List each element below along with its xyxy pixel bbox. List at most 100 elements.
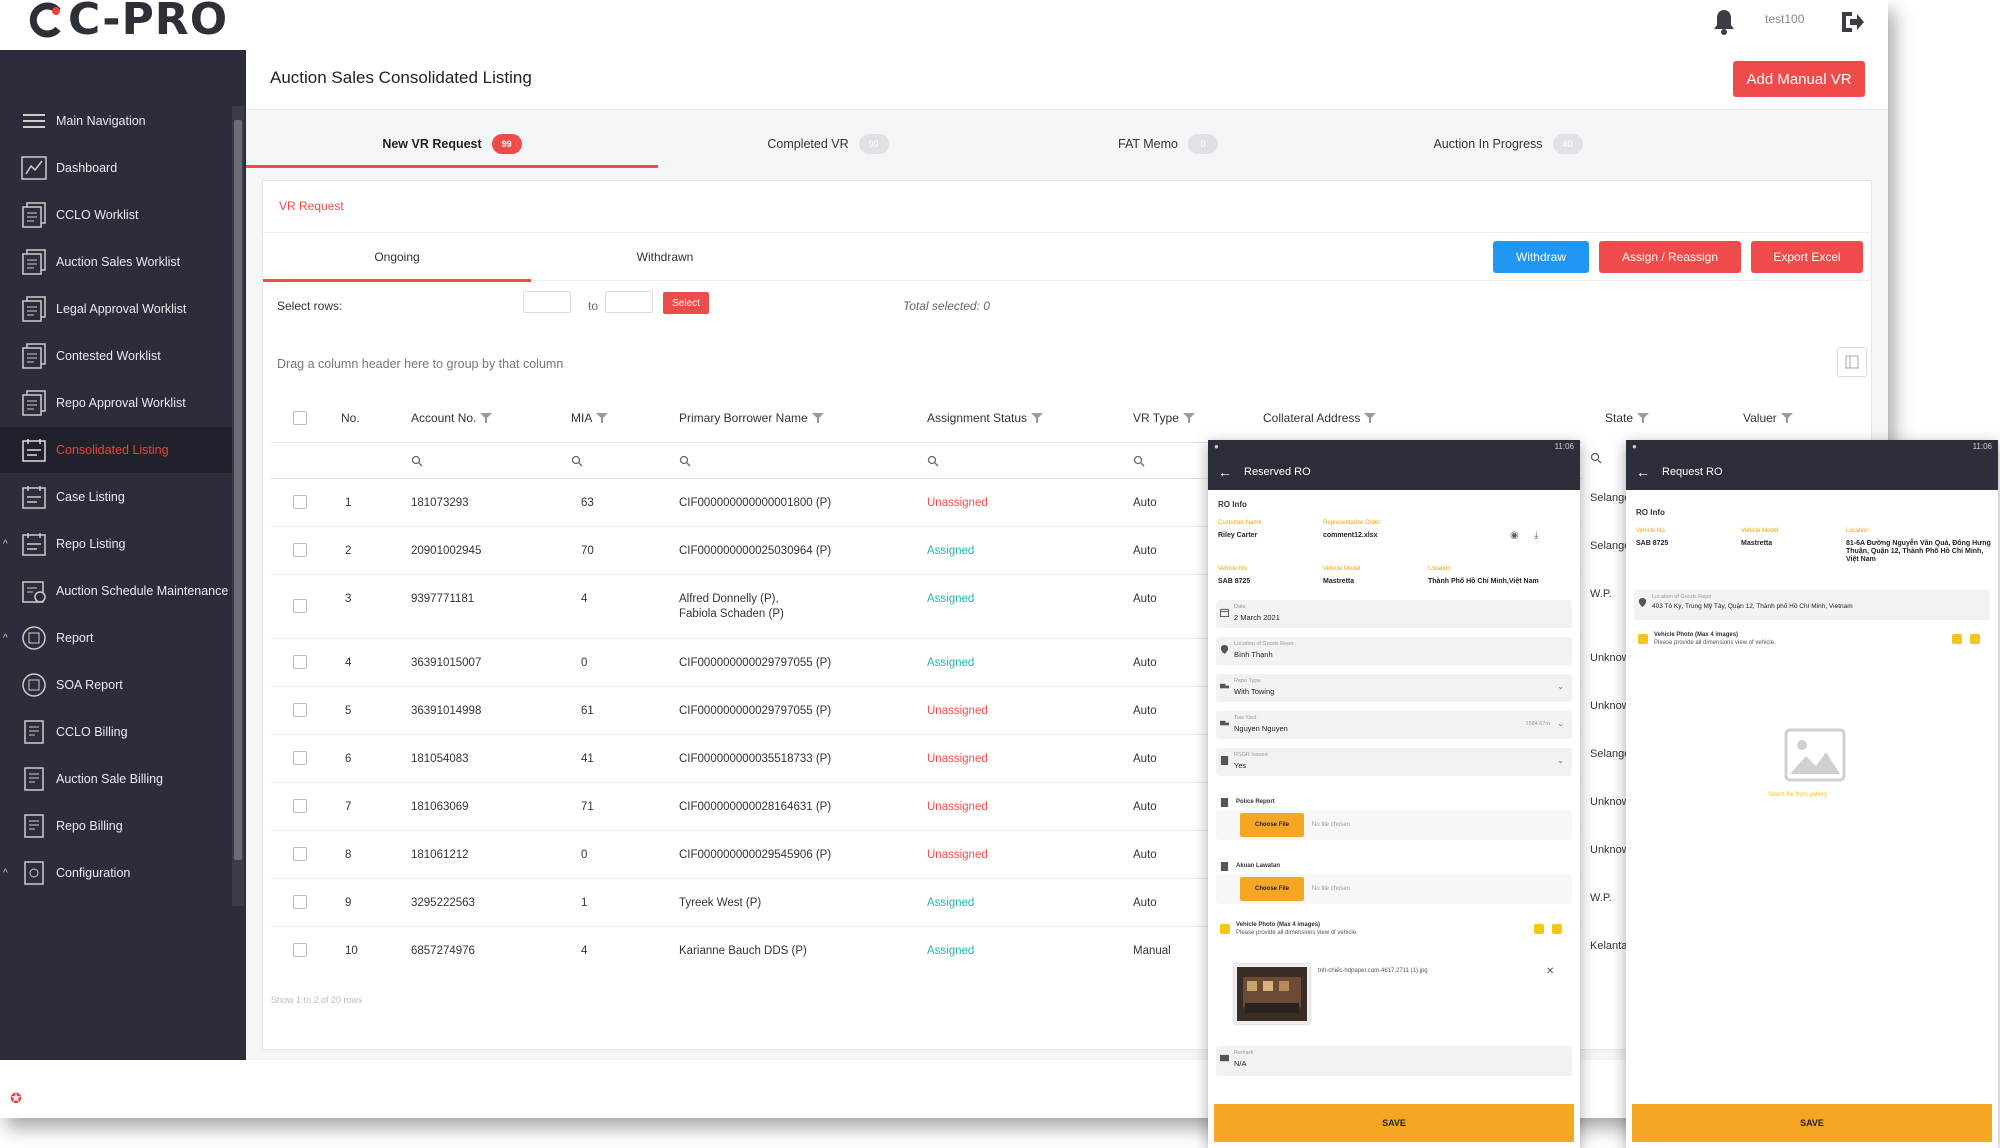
tab-withdrawn[interactable]: Withdrawn [531, 233, 799, 281]
row-checkbox[interactable] [293, 543, 307, 557]
back-arrow-icon[interactable]: ← [1218, 464, 1232, 480]
field-label: Repo Type [1234, 678, 1261, 684]
username-label[interactable]: test100 [1765, 12, 1804, 26]
repo-type-select[interactable]: Repo Type With Towing ⌄ [1216, 674, 1572, 702]
search-icon[interactable] [927, 455, 939, 467]
tab-label: New VR Request [382, 137, 482, 151]
camera-icon[interactable] [1534, 924, 1544, 934]
sidebar-item-repo-listing[interactable]: ^ Repo Listing [0, 521, 232, 567]
sidebar-item-cclo-billing[interactable]: CCLO Billing [0, 709, 232, 755]
filter-icon[interactable] [811, 412, 824, 424]
tab-completed-vr[interactable]: Completed VR 99 [658, 120, 998, 168]
export-excel-button[interactable]: Export Excel [1751, 241, 1863, 273]
withdraw-button[interactable]: Withdraw [1493, 241, 1589, 273]
tab-new-vr-request[interactable]: New VR Request 99 [246, 120, 658, 168]
row-checkbox[interactable] [293, 799, 307, 813]
remark-field[interactable]: Remark N/A [1216, 1046, 1572, 1076]
search-icon[interactable] [1133, 455, 1145, 467]
search-icon[interactable] [1590, 452, 1602, 464]
group-panel-hint[interactable]: Drag a column header here to group by th… [277, 357, 563, 371]
sidebar-item-case-listing[interactable]: Case Listing [0, 474, 232, 520]
select-button[interactable]: Select [663, 292, 709, 314]
row-checkbox[interactable] [293, 847, 307, 861]
column-header-state[interactable]: State [1605, 411, 1650, 425]
search-icon[interactable] [679, 455, 691, 467]
sidebar-item-auction-schedule-maintenance[interactable]: Auction Schedule Maintenance [0, 568, 232, 614]
sidebar-item-contested-worklist[interactable]: Contested Worklist [0, 333, 232, 379]
location-of-goods-field[interactable]: Location of Goods Repo Bình Thạnh [1216, 637, 1572, 665]
sidebar-item-configuration[interactable]: ^ Configuration [0, 850, 232, 896]
column-header-borrower[interactable]: Primary Borrower Name [679, 411, 824, 425]
back-arrow-icon[interactable]: ← [1636, 464, 1650, 480]
row-checkbox[interactable] [293, 599, 307, 613]
row-checkbox[interactable] [293, 751, 307, 765]
save-button[interactable]: SAVE [1632, 1104, 1992, 1142]
tab-auction-in-progress[interactable]: Auction In Progress 40 [1338, 120, 1678, 168]
column-header-account-no[interactable]: Account No. [411, 411, 493, 425]
save-button[interactable]: SAVE [1214, 1104, 1574, 1142]
filter-icon[interactable] [1031, 412, 1044, 424]
tow-yard-select[interactable]: Tow Yard Nguyen Nguyen 1584.67m ⌄ [1216, 711, 1572, 739]
vehicle-model-value: Mastretta [1741, 540, 1773, 547]
sidebar-item-cclo-worklist[interactable]: CCLO Worklist [0, 192, 232, 238]
sidebar-item-report[interactable]: ^ Report [0, 615, 232, 661]
download-icon[interactable]: ⤓ [1534, 530, 1538, 541]
sidebar-item-legal-approval-worklist[interactable]: Legal Approval Worklist [0, 286, 232, 332]
row-to-input[interactable] [605, 291, 653, 313]
filter-icon[interactable] [1364, 412, 1377, 424]
assign-reassign-button[interactable]: Assign / Reassign [1599, 241, 1741, 273]
search-icon[interactable] [411, 455, 423, 467]
column-header-valuer[interactable]: Valuer [1743, 411, 1793, 425]
filter-icon[interactable] [1780, 412, 1793, 424]
sidebar-item-consolidated-listing[interactable]: Consolidated Listing [0, 427, 232, 473]
search-icon[interactable] [571, 455, 583, 467]
notification-bell-icon[interactable] [1712, 8, 1736, 36]
dashboard-icon [20, 154, 48, 182]
date-field[interactable]: Date 2 March 2021 [1216, 600, 1572, 628]
sidebar-item-auction-sale-billing[interactable]: Auction Sale Billing [0, 756, 232, 802]
column-header-vr-type[interactable]: VR Type [1133, 411, 1195, 425]
row-from-input[interactable] [523, 291, 571, 313]
column-header-assignment-status[interactable]: Assignment Status [927, 411, 1044, 425]
sidebar-item-main-navigation[interactable]: Main Navigation [0, 98, 232, 144]
column-chooser-icon[interactable] [1837, 347, 1867, 377]
gallery-icon[interactable] [1970, 634, 1980, 644]
column-header-collateral-address[interactable]: Collateral Address [1263, 411, 1377, 425]
select-from-gallery-link[interactable]: Select file from gallery [1768, 792, 1827, 798]
representative-order-value[interactable]: comment12.xlsx [1323, 532, 1377, 540]
sidebar-item-repo-billing[interactable]: Repo Billing [0, 803, 232, 849]
filter-icon[interactable] [596, 412, 609, 424]
choose-file-button[interactable]: Choose File [1240, 877, 1304, 901]
sidebar-scrollbar[interactable] [232, 106, 244, 906]
filter-icon[interactable] [1182, 412, 1195, 424]
close-icon[interactable]: ✕ [1546, 966, 1554, 977]
sidebar-item-repo-approval-worklist[interactable]: Repo Approval Worklist [0, 380, 232, 426]
rsgr-issued-select[interactable]: RSGR Issued Yes ⌄ [1216, 748, 1572, 776]
row-checkbox[interactable] [293, 655, 307, 669]
gallery-icon[interactable] [1552, 924, 1562, 934]
filter-icon[interactable] [480, 412, 493, 424]
logout-icon[interactable] [1838, 8, 1866, 36]
choose-file-button[interactable]: Choose File [1240, 813, 1304, 837]
select-all-checkbox[interactable] [293, 411, 307, 425]
row-checkbox[interactable] [293, 895, 307, 909]
camera-icon[interactable] [1952, 634, 1962, 644]
tab-ongoing[interactable]: Ongoing [263, 233, 531, 282]
sidebar-item-auction-sales-worklist[interactable]: Auction Sales Worklist [0, 239, 232, 285]
filter-icon[interactable] [1637, 412, 1650, 424]
sidebar-item-dashboard[interactable]: Dashboard [0, 145, 232, 191]
sidebar-item-soa-report[interactable]: SOA Report [0, 662, 232, 708]
scrollbar-thumb[interactable] [234, 120, 242, 860]
column-header-no[interactable]: No. [341, 411, 360, 425]
tab-fat-memo[interactable]: FAT Memo 0 [998, 120, 1338, 168]
column-header-mia[interactable]: MIA [571, 411, 609, 425]
row-checkbox[interactable] [293, 495, 307, 509]
row-checkbox[interactable] [293, 703, 307, 717]
vehicle-photo-thumbnail[interactable] [1234, 964, 1310, 1024]
view-icon[interactable]: ◉ [1510, 530, 1519, 541]
location-of-goods-field[interactable]: Location of Goods Repo 403 Tô Ký, Trung … [1634, 590, 1990, 620]
chevron-up-icon: ^ [3, 538, 8, 550]
row-checkbox[interactable] [293, 943, 307, 957]
image-placeholder-icon[interactable] [1784, 728, 1846, 782]
add-manual-vr-button[interactable]: Add Manual VR [1733, 61, 1865, 97]
